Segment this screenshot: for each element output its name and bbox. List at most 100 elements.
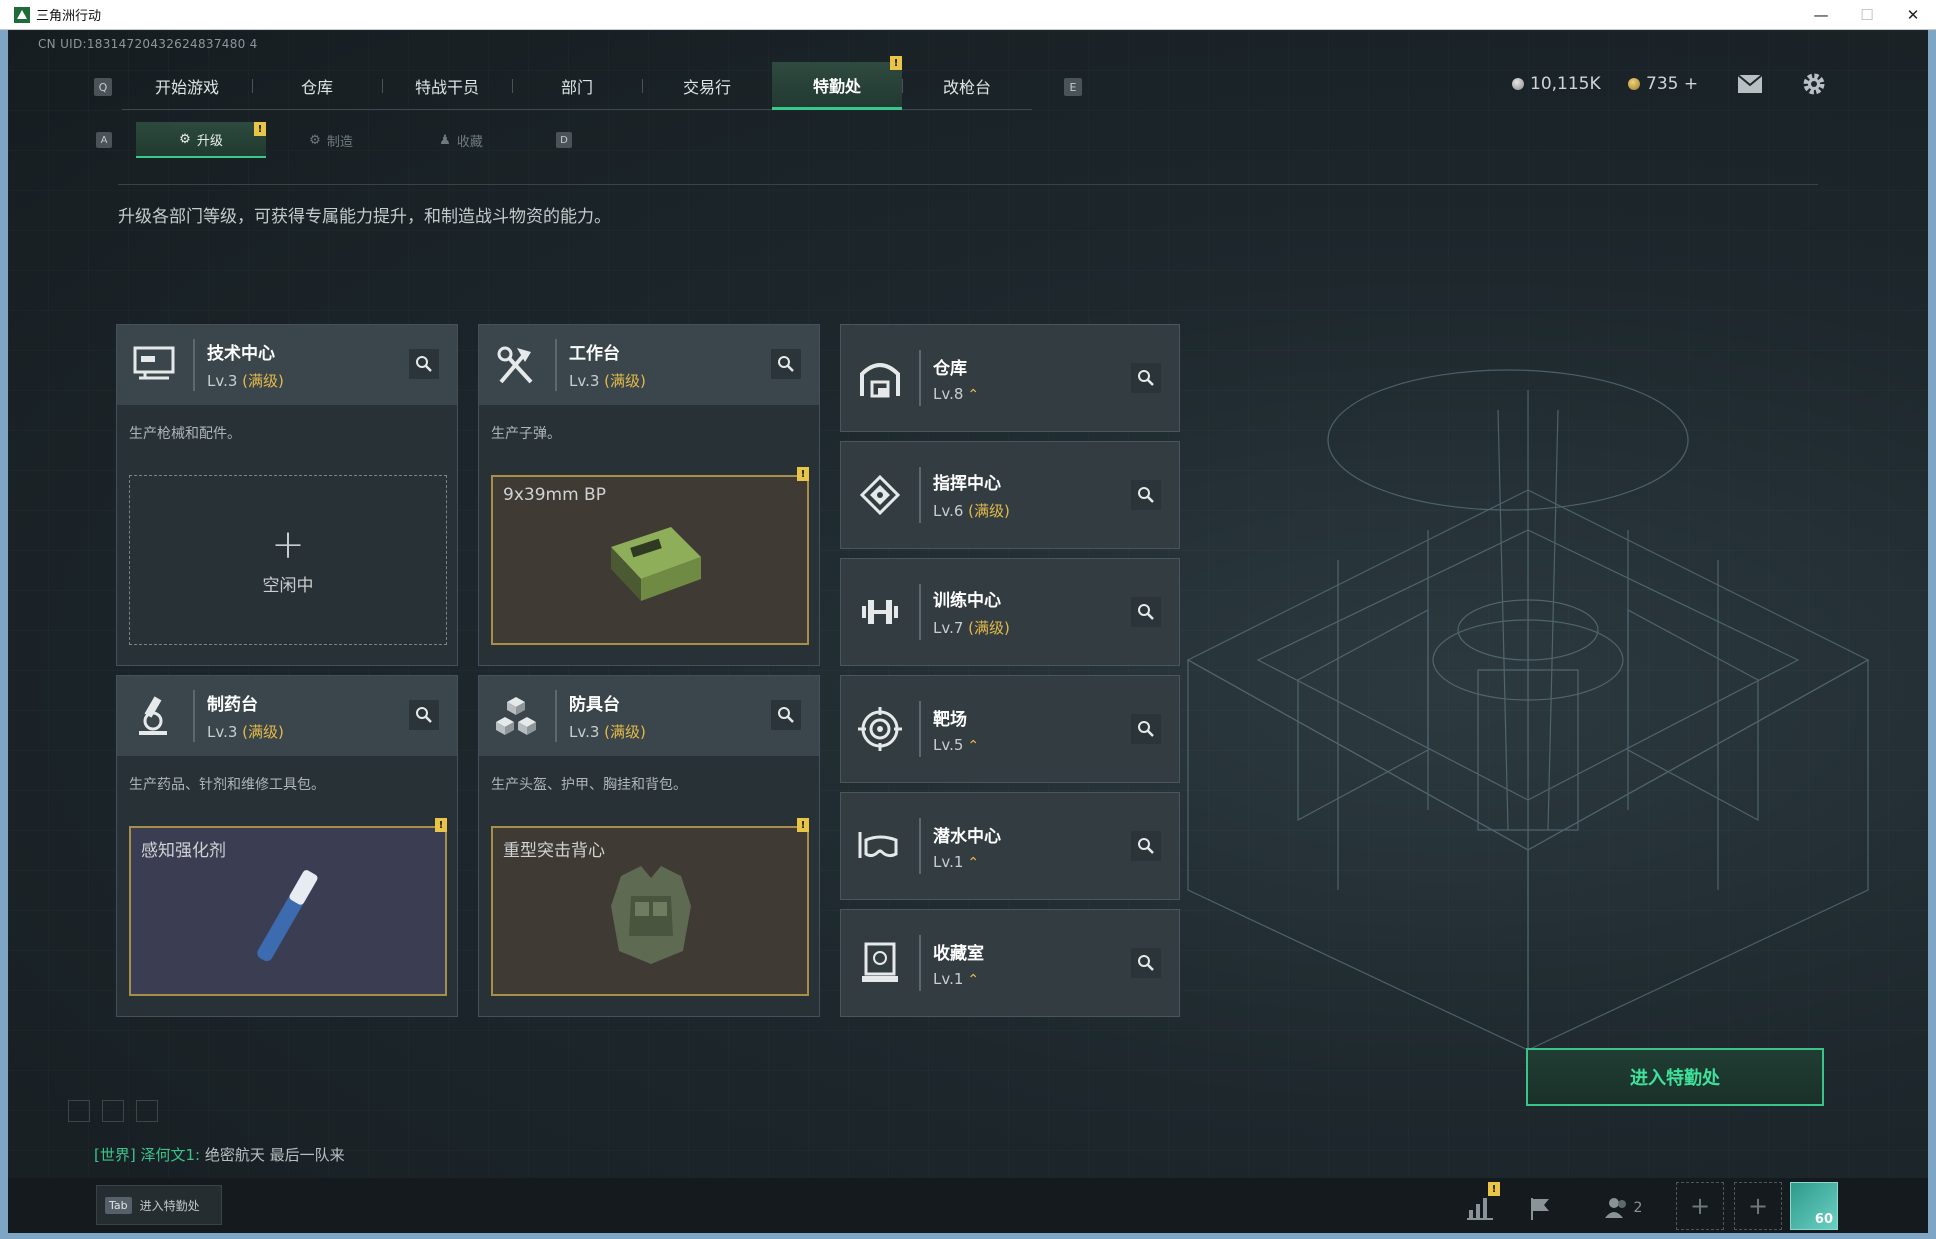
- search-icon[interactable]: [1131, 948, 1161, 978]
- department-level: Lv.8 ⌃: [933, 384, 980, 403]
- dive-mask-icon: [849, 815, 911, 877]
- injector-image: [257, 870, 318, 962]
- gold-amount: 735 +: [1646, 74, 1699, 94]
- tab-warehouse[interactable]: 仓库: [252, 62, 382, 110]
- tab-key-label: Tab: [105, 1196, 132, 1214]
- department-card-dive-center[interactable]: 潜水中心 Lv.1 ⌃: [840, 792, 1180, 900]
- collection-icon: [849, 932, 911, 994]
- search-icon[interactable]: [1131, 714, 1161, 744]
- dumbbell-icon: [849, 581, 911, 643]
- flag-icon[interactable]: [1522, 1190, 1558, 1226]
- chat-sender: 泽何文1:: [140, 1146, 201, 1164]
- upgrade-arrow-icon: ⌃: [967, 854, 980, 871]
- production-slot-item[interactable]: 9x39mm BP !: [491, 467, 809, 645]
- minimize-button[interactable]: —: [1798, 0, 1844, 30]
- command-chip-icon: [849, 464, 911, 526]
- search-icon[interactable]: [1131, 597, 1161, 627]
- facility-card-armor-bench[interactable]: 防具台 Lv.3 (满级) 生产头盔、护甲、胸挂和背包。 重型突击背心 !: [478, 675, 820, 1017]
- facility-name: 技术中心: [207, 344, 275, 364]
- tools-icon: [485, 334, 547, 396]
- facility-card-pharmacy[interactable]: 制药台 Lv.3 (满级) 生产药品、针剂和维修工具包。 感知强化剂 !: [116, 675, 458, 1017]
- subtab-label: 升级: [196, 133, 223, 149]
- upgrade-arrow-icon: ⌃: [967, 737, 980, 754]
- window-frame: CN UID:18314720432624837480 4 Q 开始游戏 仓库 …: [0, 30, 1936, 1239]
- department-name: 仓库: [933, 358, 967, 379]
- search-icon[interactable]: [409, 349, 439, 379]
- world-chat-line[interactable]: [世界] 泽何文1: 绝密航天 最后一队来: [94, 1144, 345, 1165]
- tab-label: 特战干员: [414, 78, 479, 97]
- section-divider: [118, 184, 1818, 185]
- department-name: 靶场: [933, 709, 967, 730]
- tab-label: 部门: [560, 78, 593, 97]
- facility-card-tech-center[interactable]: 技术中心 Lv.3 (满级) 生产枪械和配件。 + 空闲中: [116, 324, 458, 666]
- search-icon[interactable]: [1131, 831, 1161, 861]
- separator: [555, 339, 557, 391]
- avatar-level: 60: [1814, 1212, 1833, 1227]
- maximize-button[interactable]: ☐: [1844, 0, 1890, 30]
- department-level: Lv.5 ⌃: [933, 735, 980, 754]
- subtab-collection[interactable]: ♟ 收藏: [396, 122, 526, 158]
- department-card-collection-room[interactable]: 收藏室 Lv.1 ⌃: [840, 909, 1180, 1017]
- separator: [919, 584, 921, 640]
- microscope-icon: [123, 685, 185, 747]
- ammo-box-image: [611, 527, 701, 601]
- friends-icon: [1604, 1198, 1626, 1218]
- department-card-shooting-range[interactable]: 靶场 Lv.5 ⌃: [840, 675, 1180, 783]
- search-icon[interactable]: [771, 349, 801, 379]
- facility-level: Lv.3 (满级): [207, 723, 284, 741]
- chat-channel: [世界]: [94, 1146, 136, 1164]
- party-slot-add-button[interactable]: +: [1676, 1182, 1724, 1230]
- separator: [193, 339, 195, 391]
- department-card-training-center[interactable]: 训练中心 Lv.7 (满级): [840, 558, 1180, 666]
- production-slot-item[interactable]: 重型突击背心 !: [491, 818, 809, 996]
- tab-start-game[interactable]: 开始游戏: [122, 62, 252, 110]
- separator: [919, 350, 921, 406]
- tab-shortcut-label: 进入特勤处: [139, 1198, 200, 1213]
- search-icon[interactable]: [1131, 480, 1161, 510]
- facility-card-workbench[interactable]: 工作台 Lv.3 (满级) 生产子弹。 9x39mm BP !: [478, 324, 820, 666]
- page-description: 升级各部门等级，可获得专属能力提升，和制造战斗物资的能力。: [118, 207, 611, 227]
- separator: [919, 818, 921, 874]
- nav-left-key-hint: Q: [94, 78, 112, 96]
- production-slot-idle[interactable]: + 空闲中: [129, 475, 447, 645]
- subtab-craft[interactable]: ⚙ 制造: [266, 122, 396, 158]
- tab-department[interactable]: 部门: [512, 62, 642, 110]
- tab-operators[interactable]: 特战干员: [382, 62, 512, 110]
- enter-special-ops-button[interactable]: 进入特勤处: [1526, 1048, 1824, 1106]
- upgrade-arrow-icon: ⌃: [967, 386, 980, 403]
- tab-special-ops[interactable]: 特勤处 !: [772, 56, 902, 110]
- tab-market[interactable]: 交易行: [642, 62, 772, 110]
- subtab-upgrade[interactable]: ⚙ 升级 !: [136, 122, 266, 158]
- tab-gunsmith[interactable]: 改枪台: [902, 62, 1032, 110]
- facility-name: 防具台: [569, 695, 620, 715]
- facility-description: 生产头盔、护甲、胸挂和背包。: [491, 777, 687, 793]
- department-card-command-center[interactable]: 指挥中心 Lv.6 (满级): [840, 441, 1180, 549]
- friends-count: 2: [1633, 1200, 1643, 1216]
- department-name: 潜水中心: [933, 826, 1001, 847]
- close-button[interactable]: ✕: [1890, 0, 1936, 30]
- player-uid: CN UID:18314720432624837480 4: [38, 37, 258, 51]
- tab-label: 仓库: [300, 78, 333, 97]
- department-card-warehouse[interactable]: 仓库 Lv.8 ⌃: [840, 324, 1180, 432]
- separator: [919, 467, 921, 523]
- mail-icon[interactable]: [1736, 70, 1764, 98]
- search-icon[interactable]: [771, 700, 801, 730]
- production-slot-item[interactable]: 感知强化剂 !: [129, 818, 447, 996]
- tab-label: 特勤处: [812, 76, 861, 96]
- gold-coin-icon: [1628, 78, 1640, 90]
- facility-description: 生产子弹。: [491, 426, 561, 442]
- facility-description: 生产枪械和配件。: [129, 426, 241, 442]
- gold-currency[interactable]: 735 +: [1628, 74, 1698, 94]
- stats-chart-icon[interactable]: !: [1462, 1182, 1500, 1226]
- settings-gear-icon[interactable]: [1800, 70, 1828, 98]
- tab-shortcut-hint[interactable]: Tab 进入特勤处: [96, 1185, 222, 1225]
- add-icon: +: [271, 521, 305, 568]
- search-icon[interactable]: [409, 700, 439, 730]
- friends-button[interactable]: 2: [1598, 1190, 1648, 1226]
- department-name: 指挥中心: [933, 474, 1001, 494]
- party-slot-add-button[interactable]: +: [1734, 1182, 1782, 1230]
- search-icon[interactable]: [1131, 363, 1161, 393]
- item-name: 重型突击背心: [503, 841, 605, 861]
- notification-badge: !: [435, 818, 447, 832]
- player-avatar[interactable]: 60: [1790, 1182, 1838, 1230]
